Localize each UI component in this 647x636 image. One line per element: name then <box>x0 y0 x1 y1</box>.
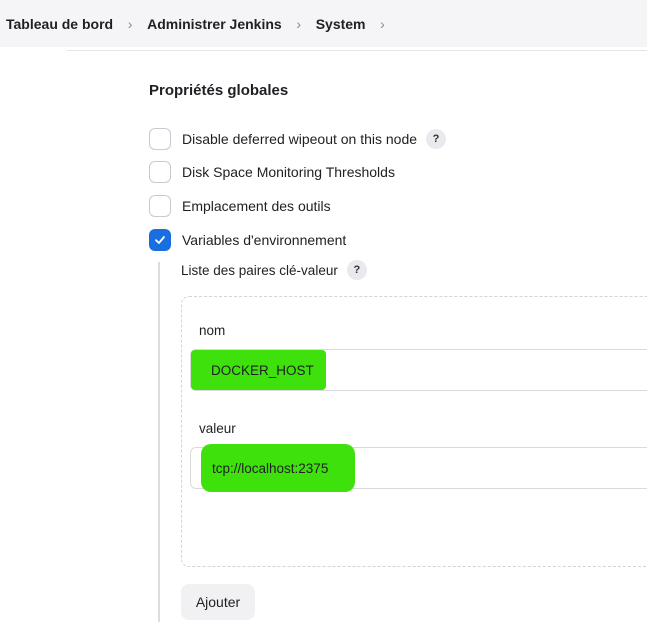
help-icon[interactable]: ? <box>426 129 447 149</box>
kv-pair-container <box>181 296 647 567</box>
option-tool-locations: Emplacement des outils <box>149 195 331 217</box>
header-divider <box>67 50 647 51</box>
chevron-right-icon[interactable]: › <box>119 16 141 32</box>
value-field-label: valeur <box>199 421 236 436</box>
option-label[interactable]: Emplacement des outils <box>182 198 331 214</box>
breadcrumb: Tableau de bord › Administrer Jenkins › … <box>0 0 647 47</box>
name-input[interactable]: DOCKER_HOST <box>190 349 647 391</box>
nested-section-bar <box>158 262 160 622</box>
option-disk-space-monitoring: Disk Space Monitoring Thresholds <box>149 161 395 183</box>
option-label[interactable]: Disk Space Monitoring Thresholds <box>182 164 395 180</box>
add-button[interactable]: Ajouter <box>181 584 255 620</box>
value-input-value: tcp://localhost:2375 <box>212 460 329 476</box>
help-icon[interactable]: ? <box>346 260 367 280</box>
value-input[interactable]: tcp://localhost:2375 <box>190 444 647 492</box>
option-disable-deferred-wipeout: Disable deferred wipeout on this node ? <box>149 128 447 150</box>
name-field-label: nom <box>199 323 226 338</box>
kv-list-label: Liste des paires clé-valeur <box>181 262 338 278</box>
section-title: Propriétés globales <box>149 82 289 99</box>
checkbox-environment-variables[interactable] <box>149 229 171 251</box>
breadcrumb-item-manage-jenkins[interactable]: Administrer Jenkins <box>147 16 282 32</box>
checkbox-tool-locations[interactable] <box>149 195 171 217</box>
kv-list-heading: Liste des paires clé-valeur ? <box>181 259 367 281</box>
name-input-value: DOCKER_HOST <box>211 362 314 378</box>
chevron-right-icon[interactable]: › <box>288 16 310 32</box>
checkbox-disk-space-monitoring[interactable] <box>149 161 171 183</box>
breadcrumb-item-dashboard[interactable]: Tableau de bord <box>6 16 113 32</box>
option-environment-variables: Variables d'environnement <box>149 229 346 251</box>
breadcrumb-item-system[interactable]: System <box>316 16 366 32</box>
option-label[interactable]: Variables d'environnement <box>182 232 346 248</box>
option-label[interactable]: Disable deferred wipeout on this node <box>182 131 417 147</box>
checkbox-disable-deferred-wipeout[interactable] <box>149 128 171 150</box>
chevron-right-icon[interactable]: › <box>372 16 394 32</box>
jenkins-system-config-page: Tableau de bord › Administrer Jenkins › … <box>0 0 647 636</box>
